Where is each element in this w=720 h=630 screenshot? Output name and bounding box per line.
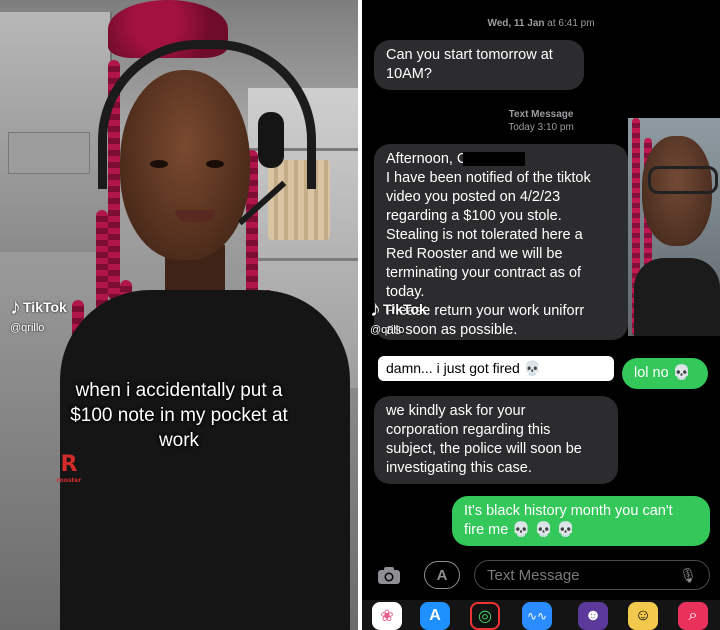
tiktok-logo-icon: ♪ xyxy=(10,294,21,319)
audio-app-icon[interactable]: ∿∿ xyxy=(522,602,552,630)
tiktok-logo-icon: ♪ xyxy=(370,296,381,321)
composer: A Text Message 🎙 xyxy=(362,558,720,592)
outgoing-message[interactable]: It's black history month you can't fire … xyxy=(452,496,710,546)
shirt xyxy=(60,290,350,630)
tiktok-watermark: ♪ TikTok xyxy=(370,296,427,321)
message-input[interactable]: Text Message 🎙 xyxy=(474,560,710,590)
messages-screen: Wed, 11 Jan at 6:41 pm Can you start tom… xyxy=(362,0,720,630)
camera-icon[interactable] xyxy=(374,561,404,589)
tiktok-watermark: ♪ TikTok xyxy=(10,294,67,319)
outgoing-message[interactable]: lol no 💀 xyxy=(622,358,708,389)
headset xyxy=(98,40,316,189)
app-store-icon[interactable]: A xyxy=(424,561,460,589)
overlay-label: damn... i just got fired 💀 xyxy=(378,356,614,381)
skull-icon: 💀 💀 💀 xyxy=(512,522,575,538)
video-caption: when i accidentally put a $100 note in m… xyxy=(70,380,288,451)
tiktok-handle: @qrillo xyxy=(10,322,45,334)
redaction xyxy=(463,152,526,167)
photos-app-icon[interactable]: ❀ xyxy=(372,602,402,630)
incoming-message[interactable]: Can you start tomorrow at 10AM? xyxy=(374,40,584,90)
video-frame: R rooster ♪ TikTok @qrillo when i accide… xyxy=(0,0,358,630)
glasses xyxy=(648,166,718,194)
search-images-app-icon[interactable]: ⌕ xyxy=(678,602,708,630)
incoming-message[interactable]: we kindly ask for your corporation regar… xyxy=(374,396,618,484)
headset-earcup xyxy=(258,112,284,168)
skull-icon: 💀 xyxy=(523,360,542,376)
skull-icon: 💀 xyxy=(672,365,691,381)
activity-app-icon[interactable]: ◎ xyxy=(470,602,500,630)
shirt-logo: R rooster xyxy=(56,452,82,484)
animoji-app-icon[interactable]: ☺ xyxy=(628,602,658,630)
app-drawer: ❀ A ◎ ∿∿ ☻ ☺ ⌕ xyxy=(362,600,720,630)
timestamp: Wed, 11 Jan at 6:41 pm xyxy=(487,18,595,29)
microphone-icon[interactable]: 🎙 xyxy=(679,567,697,584)
tiktok-handle: @qrillo xyxy=(370,324,405,336)
app-store-app-icon[interactable]: A xyxy=(420,602,450,630)
reaction-video-inset xyxy=(628,118,720,336)
memoji-app-icon[interactable]: ☻ xyxy=(578,602,608,630)
